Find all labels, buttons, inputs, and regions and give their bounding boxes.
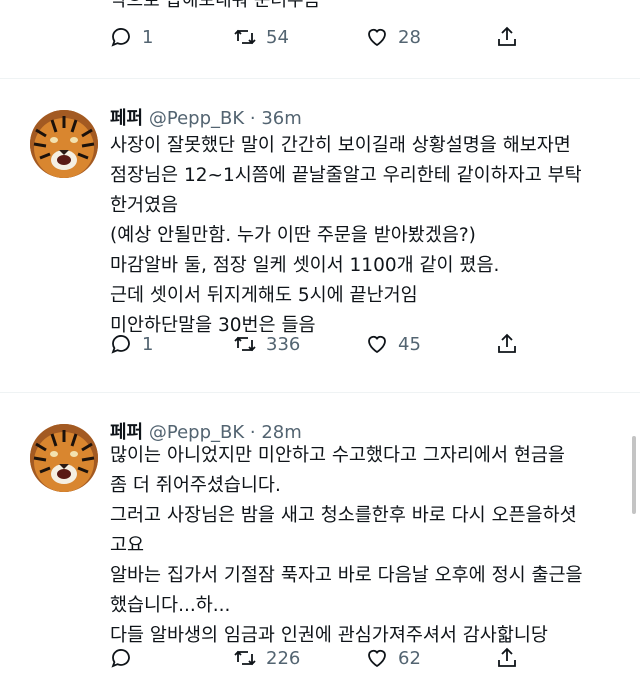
like-button[interactable]: 62 [364, 643, 421, 673]
like-button[interactable]: 45 [364, 329, 421, 359]
avatar[interactable] [30, 110, 98, 178]
like-button[interactable]: 28 [364, 22, 421, 52]
avatar[interactable] [30, 424, 98, 492]
share-icon [494, 645, 520, 671]
like-count: 45 [398, 333, 421, 355]
like-icon [364, 24, 390, 50]
tweet-line: 고요 [110, 535, 145, 556]
tweet-line: 그러고 사장님은 밤을 새고 청소를한후 바로 다시 오픈을하셧 [110, 505, 577, 526]
tiger-avatar-icon [30, 424, 98, 492]
retweet-icon [232, 331, 258, 357]
share-icon [494, 331, 520, 357]
tweet-actions: 226 62 [108, 643, 528, 673]
tweet-line: 사장이 잘못했단 말이 간간히 보이길래 상황설명을 해보자면 [110, 135, 571, 156]
user-handle[interactable]: @Pepp_BK [149, 108, 244, 129]
retweet-button[interactable]: 54 [232, 22, 289, 52]
share-button[interactable] [494, 22, 520, 52]
divider [0, 392, 640, 393]
tweet-line: 한거였음 [110, 195, 179, 216]
reply-count: 1 [142, 333, 154, 355]
tweet-line: (예상 안될만함. 누가 이딴 주문을 받아봤겠음?) [110, 225, 476, 246]
tweet-line: 근데 셋이서 뒤지게해도 5시에 끝난거임 [110, 285, 418, 306]
retweet-count: 336 [266, 333, 301, 355]
reply-button[interactable]: 1 [108, 329, 153, 359]
previous-tweet-text: 딱으로 삽해보내줘 눈러주음 [110, 0, 321, 11]
retweet-button[interactable]: 336 [232, 329, 300, 359]
like-count: 62 [398, 647, 421, 669]
tweet-header: 페퍼 @Pepp_BK · 36m [110, 104, 302, 130]
share-icon [494, 24, 520, 50]
share-button[interactable] [494, 643, 520, 673]
divider [0, 78, 640, 79]
display-name[interactable]: 페퍼 [110, 422, 143, 443]
tweet-line: 했습니다...하... [110, 595, 231, 616]
like-icon [364, 645, 390, 671]
display-name[interactable]: 페퍼 [110, 108, 143, 129]
reply-button[interactable]: 1 [108, 22, 153, 52]
separator: · [249, 108, 256, 129]
like-count: 28 [398, 26, 421, 48]
reply-icon [108, 24, 134, 50]
user-handle[interactable]: @Pepp_BK [149, 422, 244, 443]
share-button[interactable] [494, 329, 520, 359]
tweet-line: 좀 더 쥐어주셨습니다. [110, 475, 281, 496]
reply-button[interactable] [108, 643, 142, 673]
retweet-icon [232, 24, 258, 50]
reply-icon [108, 331, 134, 357]
tweet-text: 많이는 아니었지만 미안하고 수고했다고 그자리에서 현금을 좀 더 쥐어주셨습… [110, 441, 620, 651]
separator: · [249, 422, 256, 443]
tweet-line: 마감알바 둘, 점장 일케 셋이서 1100개 같이 폈음. [110, 255, 500, 276]
retweet-icon [232, 645, 258, 671]
timestamp[interactable]: 28m [261, 422, 301, 443]
tweet-text: 사장이 잘못했단 말이 간간히 보이길래 상황설명을 해보자면 점장님은 12~… [110, 131, 620, 341]
tweet-line: 많이는 아니었지만 미안하고 수고했다고 그자리에서 현금을 [110, 445, 565, 466]
retweet-count: 226 [266, 647, 301, 669]
retweet-button[interactable]: 226 [232, 643, 300, 673]
reply-icon [108, 645, 134, 671]
tweet-line: 점장님은 12~1시쯤에 끝날줄알고 우리한테 같이하자고 부탁 [110, 165, 582, 186]
timestamp[interactable]: 36m [261, 108, 301, 129]
tweet-actions: 1 336 45 [108, 329, 528, 359]
scrollbar[interactable] [632, 436, 636, 514]
tweet-line: 알바는 집가서 기절잠 푹자고 바로 다음날 오후에 정시 출근을 [110, 565, 583, 586]
retweet-count: 54 [266, 26, 289, 48]
tiger-avatar-icon [30, 110, 98, 178]
previous-tweet-actions: 1 54 28 [108, 22, 528, 52]
like-icon [364, 331, 390, 357]
reply-count: 1 [142, 26, 154, 48]
